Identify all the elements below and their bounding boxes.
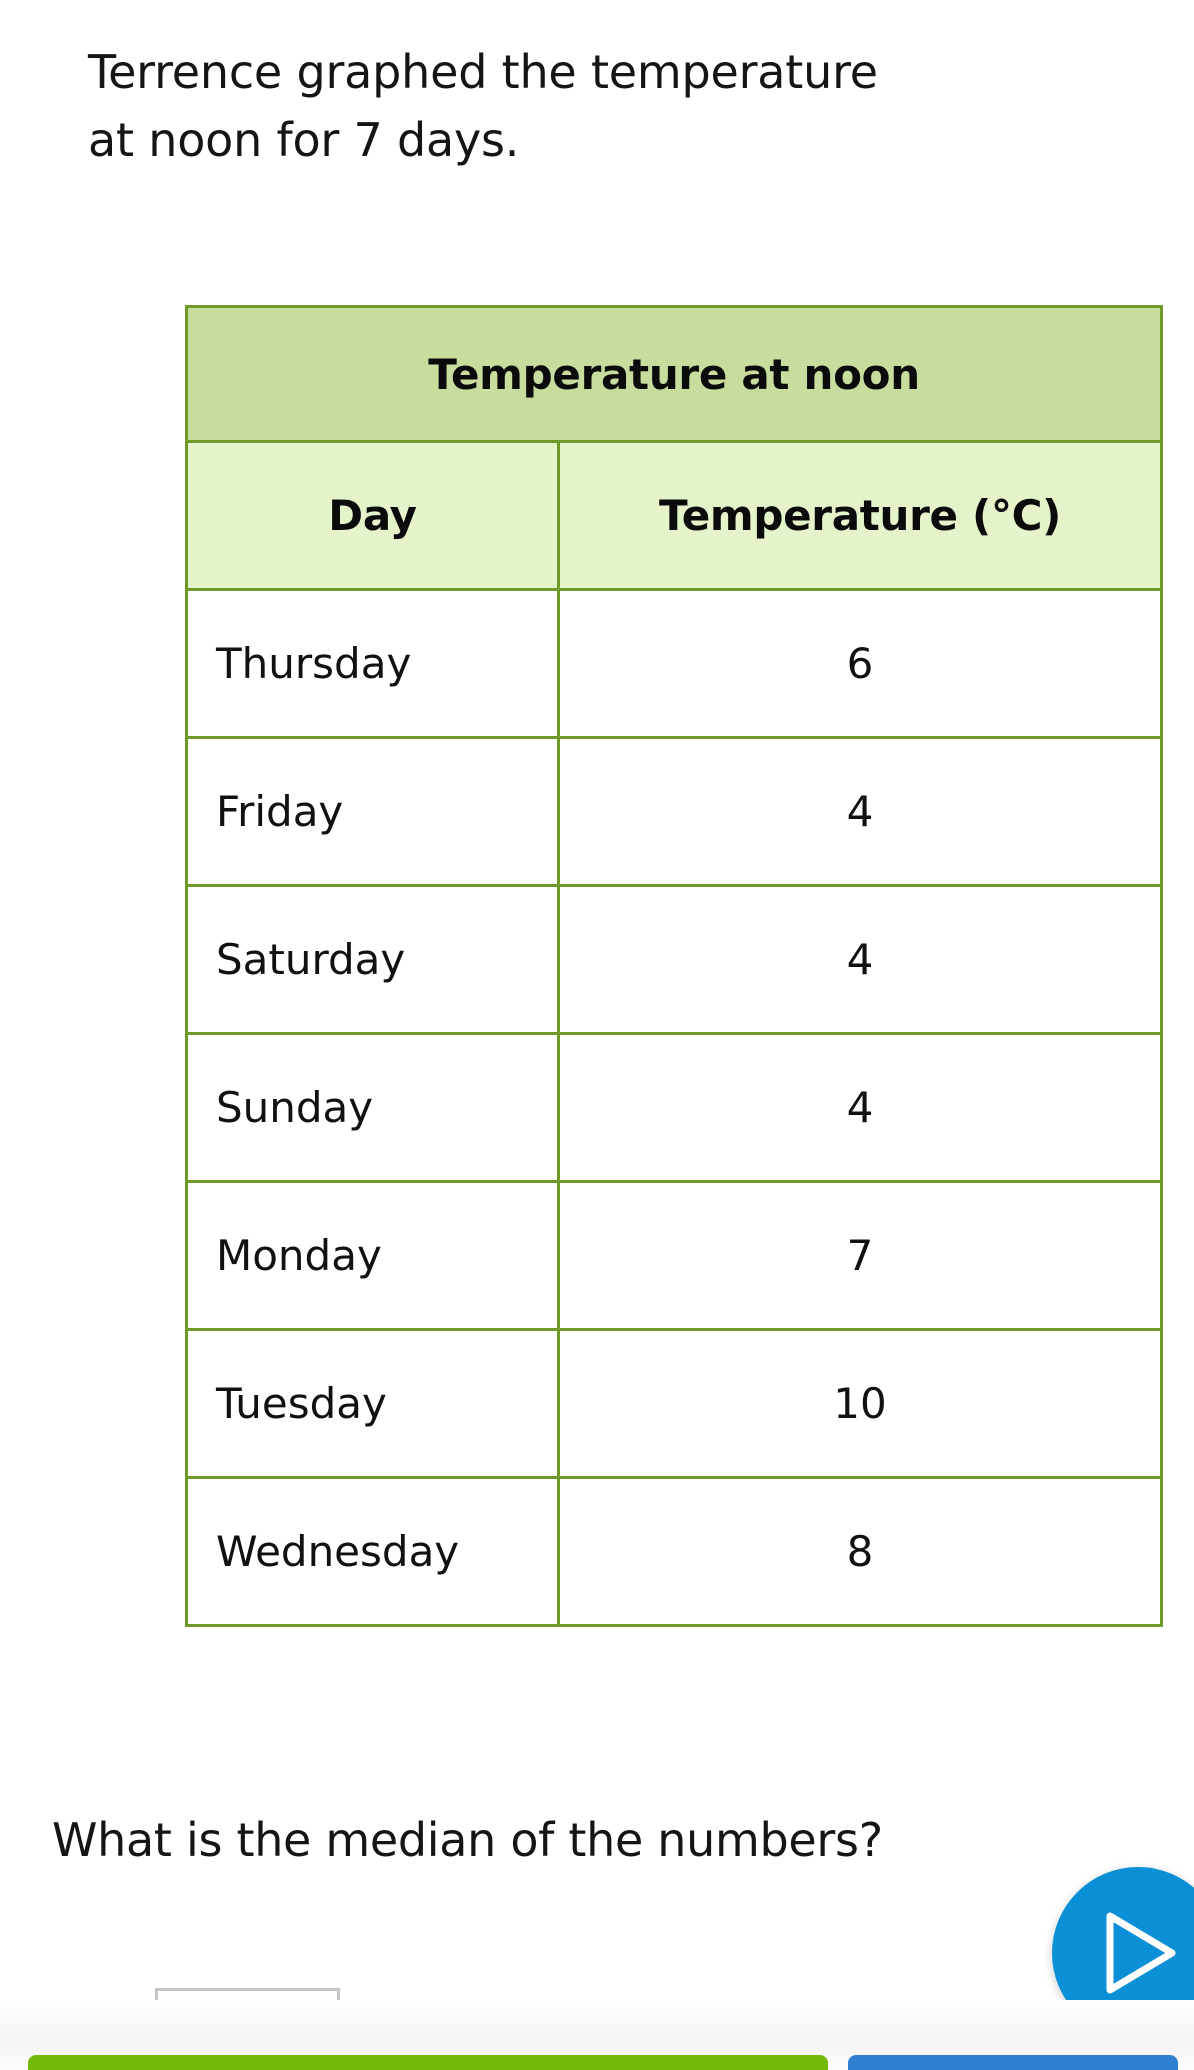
cell-day: Wednesday [185,1476,560,1627]
table-row: Wednesday 8 [185,1476,1164,1627]
column-header-day: Day [185,440,560,591]
problem-statement-line-2: at noon for 7 days. [88,113,520,168]
cell-temperature: 8 [556,1476,1164,1627]
cell-temperature: 4 [556,1032,1164,1183]
problem-statement-line-1: Terrence graphed the temperature [88,45,878,99]
temperature-table: Temperature at noon Day Temperature (°C)… [184,305,1164,1627]
table-head: Temperature at noon Day Temperature (°C) [184,305,1164,591]
table-row: Sunday 4 [185,1032,1164,1183]
cell-day: Saturday [185,884,560,1035]
problem-statement: Terrence graphed the temperature at noon… [88,38,1128,174]
table-row: Thursday 6 [185,588,1164,739]
table-row: Saturday 4 [185,884,1164,1035]
table-title: Temperature at noon [184,305,1164,443]
cell-day: Monday [185,1180,560,1331]
cell-day: Tuesday [185,1328,560,1479]
column-header-temperature: Temperature (°C) [556,440,1164,591]
table-body: Thursday 6 Friday 4 Saturday 4 Sunday 4 … [185,588,1164,1627]
cell-day: Thursday [185,588,560,739]
table-title-row: Temperature at noon [184,305,1164,443]
table-column-header-row: Day Temperature (°C) [185,440,1164,591]
cell-day: Friday [185,736,560,887]
table-row: Monday 7 [185,1180,1164,1331]
cell-temperature: 4 [556,884,1164,1035]
next-button[interactable]: Next [848,2055,1178,2070]
cell-temperature: 10 [556,1328,1164,1479]
question-text: What is the median of the numbers? [52,1813,883,1867]
temperature-table-container: Temperature at noon Day Temperature (°C)… [184,305,1164,1627]
play-triangle-icon [1096,1910,1180,1996]
table-row: Friday 4 [185,736,1164,887]
cell-temperature: 4 [556,736,1164,887]
submit-button[interactable]: Submit [28,2055,828,2070]
cell-day: Sunday [185,1032,560,1183]
table-row: Tuesday 10 [185,1328,1164,1479]
cell-temperature: 6 [556,588,1164,739]
cell-temperature: 7 [556,1180,1164,1331]
